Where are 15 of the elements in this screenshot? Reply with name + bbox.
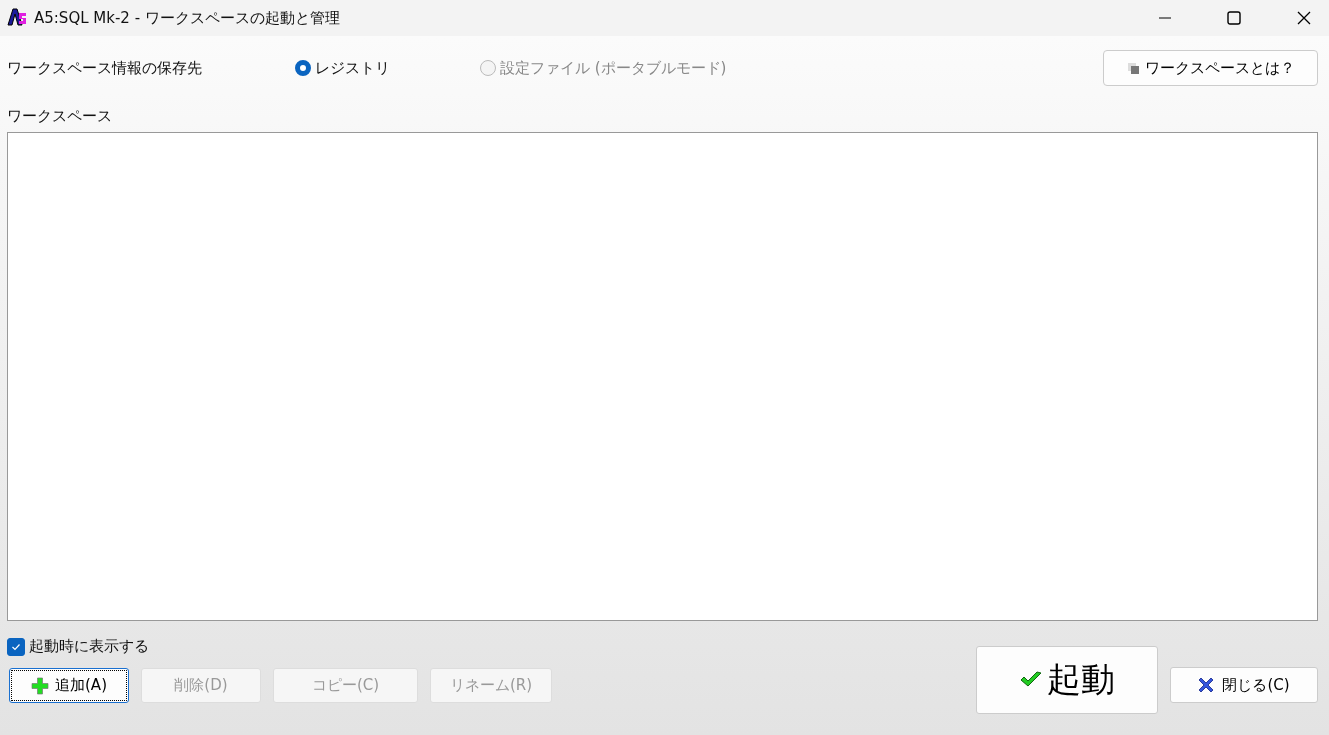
window-title: A5:SQL Mk-2 - ワークスペースの起動と管理: [34, 8, 340, 28]
storage-label: ワークスペース情報の保存先: [7, 58, 203, 78]
maximize-icon[interactable]: [1227, 11, 1241, 25]
cross-icon: [1198, 677, 1215, 693]
help-button[interactable]: ワークスペースとは？: [1103, 50, 1318, 86]
start-button[interactable]: 起動: [976, 646, 1158, 714]
app-logo-icon: [6, 7, 28, 29]
close-button[interactable]: 閉じる(C): [1170, 667, 1318, 703]
radio-option[interactable]: レジストリ: [295, 58, 390, 78]
plus-icon: [31, 676, 49, 695]
startup-checkbox[interactable]: 起動時に表示する: [7, 637, 552, 656]
close-icon[interactable]: [1297, 11, 1311, 25]
workspace-label: ワークスペース: [7, 105, 113, 127]
squares-icon: [1126, 61, 1141, 75]
action-button[interactable]: 追加(A): [9, 668, 129, 703]
